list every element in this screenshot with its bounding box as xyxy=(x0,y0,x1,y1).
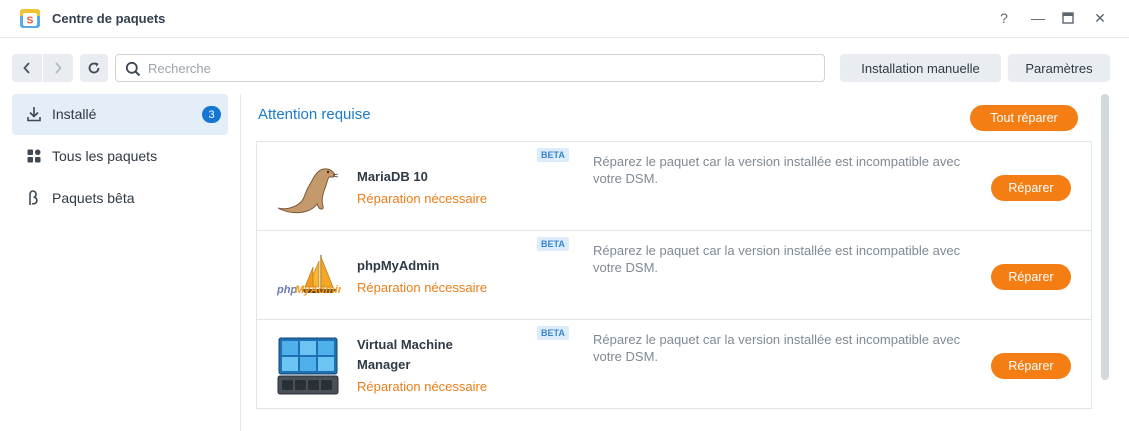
refresh-button[interactable] xyxy=(80,54,108,82)
sidebar-item-installed[interactable]: Installé 3 xyxy=(12,94,228,135)
package-row-vmm[interactable]: Virtual Machine Manager Réparation néces… xyxy=(257,320,1091,409)
sidebar-item-all-packages[interactable]: Tous les paquets xyxy=(12,136,228,177)
package-status: Réparation nécessaire xyxy=(357,379,488,394)
download-icon xyxy=(27,107,41,122)
installed-count-badge: 3 xyxy=(202,106,221,123)
search-icon xyxy=(125,61,141,77)
package-status: Réparation nécessaire xyxy=(357,191,488,206)
chevron-right-icon xyxy=(55,62,62,74)
toolbar: Installation manuelle Paramètres xyxy=(0,54,1129,82)
svg-text:MyAdmin: MyAdmin xyxy=(295,284,341,296)
close-button[interactable]: ✕ xyxy=(1090,8,1110,28)
back-button[interactable] xyxy=(12,54,42,82)
minimize-button[interactable]: — xyxy=(1028,8,1048,28)
forward-button[interactable] xyxy=(43,54,73,82)
package-name: Virtual Machine Manager xyxy=(357,337,453,372)
window-title: Centre de paquets xyxy=(52,11,166,26)
svg-text:S: S xyxy=(27,16,34,27)
beta-badge: BETA xyxy=(537,237,569,251)
sidebar: Installé 3 Tous les paquets Paquets bêta xyxy=(0,94,241,431)
package-row-mariadb[interactable]: MariaDB 10 Réparation nécessaire BETA Ré… xyxy=(257,142,1091,231)
manual-install-button[interactable]: Installation manuelle xyxy=(840,54,1001,82)
package-name: MariaDB 10 xyxy=(357,169,428,184)
package-name: phpMyAdmin xyxy=(357,258,440,273)
maximize-button[interactable] xyxy=(1058,8,1078,28)
sidebar-item-beta-packages[interactable]: Paquets bêta xyxy=(12,178,228,219)
package-list: MariaDB 10 Réparation nécessaire BETA Ré… xyxy=(256,141,1092,409)
phpmyadmin-sailboat-icon: php MyAdmin xyxy=(276,255,341,296)
settings-button[interactable]: Paramètres xyxy=(1008,54,1110,82)
grid-icon xyxy=(27,149,41,163)
title-bar: S Centre de paquets ? — ✕ xyxy=(0,0,1129,38)
maximize-icon xyxy=(1062,12,1074,24)
sidebar-item-label: Paquets bêta xyxy=(52,190,135,206)
sidebar-item-label: Installé xyxy=(52,106,97,122)
scrollbar[interactable] xyxy=(1101,94,1109,380)
search-box xyxy=(115,54,825,82)
section-title: Attention requise xyxy=(258,106,371,123)
beta-badge: BETA xyxy=(537,148,569,162)
refresh-icon xyxy=(88,62,100,74)
sidebar-item-label: Tous les paquets xyxy=(52,148,158,164)
vmm-server-icon xyxy=(277,337,339,395)
repair-button[interactable]: Réparer xyxy=(991,175,1071,201)
beta-badge: BETA xyxy=(537,326,569,340)
package-row-phpmyadmin[interactable]: php MyAdmin phpMyAdmin Réparation nécess… xyxy=(257,231,1091,320)
help-button[interactable]: ? xyxy=(994,8,1014,28)
package-status: Réparation nécessaire xyxy=(357,280,488,295)
package-description: Réparez le paquet car la version install… xyxy=(593,243,961,275)
repair-all-button[interactable]: Tout réparer xyxy=(970,105,1078,131)
repair-button[interactable]: Réparer xyxy=(991,264,1071,290)
mariadb-seal-icon xyxy=(277,168,339,214)
repair-button[interactable]: Réparer xyxy=(991,353,1071,379)
package-description: Réparez le paquet car la version install… xyxy=(593,154,961,186)
beta-icon xyxy=(29,190,38,205)
package-center-icon: S xyxy=(20,9,40,28)
package-description: Réparez le paquet car la version install… xyxy=(593,332,961,364)
chevron-left-icon xyxy=(23,62,30,74)
search-input[interactable] xyxy=(148,58,808,78)
